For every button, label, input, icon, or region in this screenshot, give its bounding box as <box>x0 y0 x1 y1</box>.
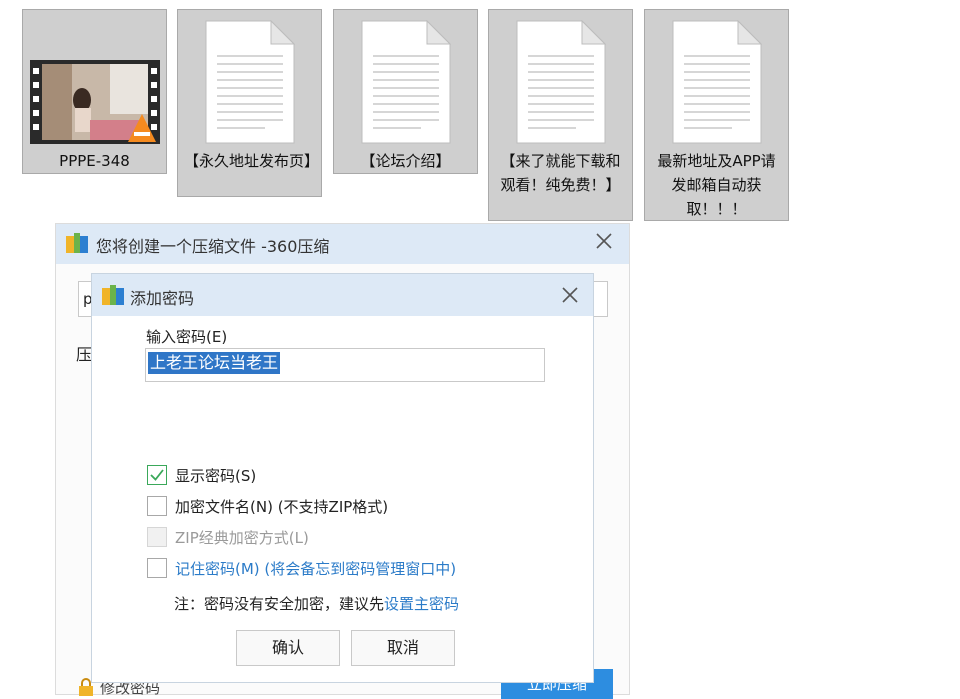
document-icon <box>361 20 451 144</box>
password-value: 上老王论坛当老王 <box>148 352 281 374</box>
security-note: 注：密码没有安全加密，建议先设置主密码 <box>174 593 459 614</box>
window-title: 您将创建一个压缩文件 -360压缩 <box>96 237 330 256</box>
file-item-document[interactable]: 【来了就能下载和观看！纯免费！】 <box>488 9 633 221</box>
document-icon <box>516 20 606 144</box>
security-note-text: 注：密码没有安全加密，建议先 <box>174 595 385 613</box>
checkmark-icon <box>150 469 164 481</box>
close-icon[interactable] <box>559 284 581 306</box>
close-icon[interactable] <box>593 230 615 252</box>
password-input-label: 输入密码(E) <box>146 328 228 346</box>
zip-classic-encryption-checkbox <box>147 527 167 547</box>
confirm-button[interactable]: 确认 <box>236 630 340 666</box>
file-item-document[interactable]: 【论坛介绍】 <box>333 9 478 174</box>
360zip-app-icon <box>66 233 88 253</box>
compression-label: 压 <box>76 345 93 364</box>
file-item-document[interactable]: 最新地址及APP请发邮箱自动获取！！！ <box>644 9 789 221</box>
show-password-checkbox[interactable] <box>147 465 167 485</box>
file-name: PPPE-348 <box>59 152 130 170</box>
document-icon <box>205 20 295 144</box>
compress-window-titlebar[interactable]: 您将创建一个压缩文件 -360压缩 <box>56 224 629 264</box>
file-item-document[interactable]: 【永久地址发布页】 <box>177 9 322 197</box>
file-item-video[interactable]: PPPE-348 <box>22 9 167 174</box>
zip-classic-encryption-label: ZIP经典加密方式(L) <box>175 529 309 547</box>
encrypt-filenames-checkbox[interactable] <box>147 496 167 516</box>
add-password-dialog: 添加密码 输入密码(E) 上老王论坛当老王 显示密码(S) 加密文件名(N) (… <box>91 273 594 683</box>
file-name: 【论坛介绍】 <box>360 152 451 170</box>
encrypt-filenames-label: 加密文件名(N) (不支持ZIP格式) <box>175 498 389 516</box>
file-name: 【来了就能下载和观看！纯免费！】 <box>500 152 621 194</box>
remember-password-label: 记住密码(M) (将会备忘到密码管理窗口中) <box>175 560 457 578</box>
dialog-title: 添加密码 <box>130 289 195 308</box>
document-icon <box>672 20 762 144</box>
360zip-app-icon <box>102 285 124 305</box>
remember-password-checkbox[interactable] <box>147 558 167 578</box>
show-password-label: 显示密码(S) <box>175 467 257 485</box>
video-thumbnail-icon <box>29 60 160 144</box>
file-name: 最新地址及APP请发邮箱自动获取！！！ <box>657 152 776 218</box>
password-input[interactable]: 上老王论坛当老王 <box>145 348 545 382</box>
dialog-titlebar[interactable]: 添加密码 <box>92 274 593 316</box>
set-master-password-link[interactable]: 设置主密码 <box>384 595 459 613</box>
cancel-button[interactable]: 取消 <box>351 630 455 666</box>
file-name: 【永久地址发布页】 <box>184 152 320 170</box>
